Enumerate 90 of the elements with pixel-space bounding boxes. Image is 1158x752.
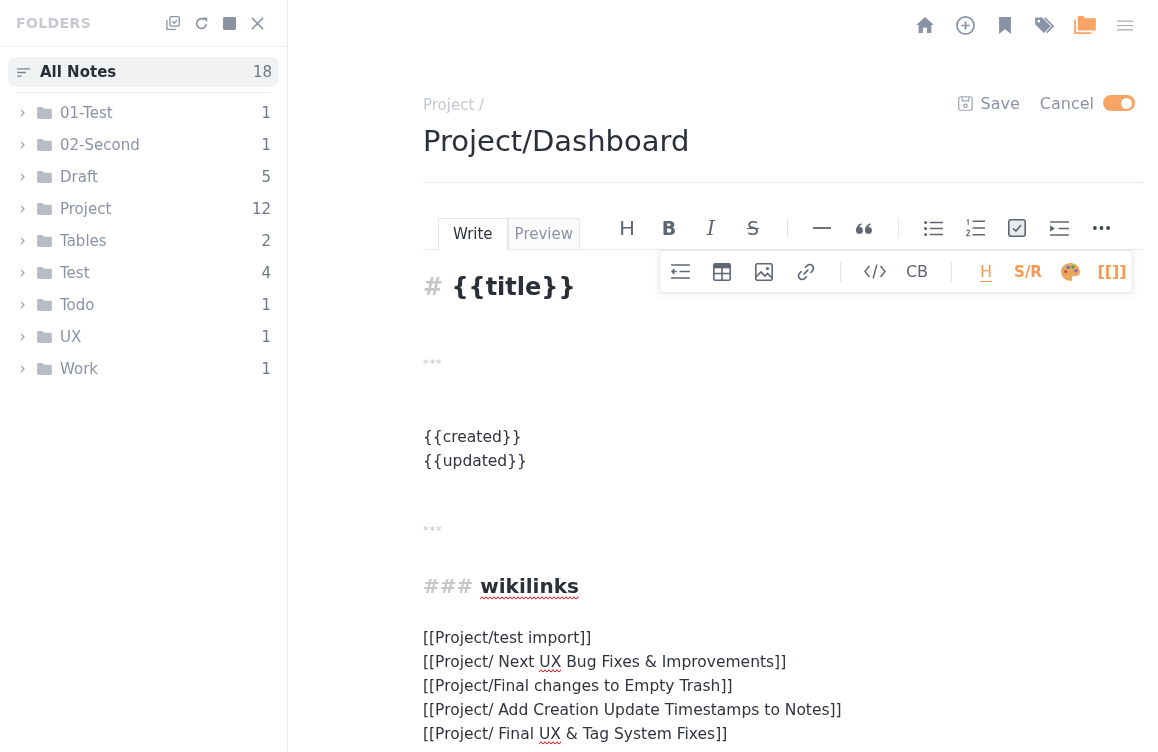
table-icon[interactable] bbox=[713, 262, 731, 281]
strikethrough-button[interactable]: S bbox=[737, 212, 769, 244]
folder-count: 5 bbox=[261, 168, 271, 186]
folder-icon bbox=[37, 171, 52, 183]
plus-circle-icon[interactable] bbox=[955, 15, 975, 35]
folder-name[interactable]: Draft bbox=[60, 168, 262, 186]
chevron-right-icon[interactable] bbox=[20, 333, 25, 341]
folder-icon bbox=[37, 299, 52, 311]
search-replace-button[interactable]: S/R bbox=[1012, 255, 1044, 288]
save-icon bbox=[957, 95, 973, 111]
sort-icon bbox=[17, 67, 30, 77]
code-icon[interactable] bbox=[864, 264, 886, 279]
folder-icon bbox=[37, 107, 52, 119]
text-line: [[Project/test import]] bbox=[423, 628, 592, 649]
save-button[interactable]: Save bbox=[957, 91, 1020, 115]
editor-tab[interactable]: Write bbox=[438, 218, 508, 250]
folder-icon bbox=[37, 267, 52, 279]
menu-icon[interactable] bbox=[1117, 19, 1133, 31]
chevron-right-icon[interactable] bbox=[20, 141, 25, 149]
bookmark-icon[interactable] bbox=[999, 16, 1011, 34]
text-line: {{updated}} bbox=[423, 451, 527, 472]
folder-name[interactable]: Work bbox=[60, 360, 262, 378]
note-title: Project/Dashboard bbox=[423, 123, 691, 159]
folder-name[interactable]: 01-Test bbox=[60, 104, 262, 122]
folder-icon bbox=[37, 363, 52, 375]
quote-icon[interactable] bbox=[856, 222, 872, 234]
folder-count: 1 bbox=[261, 136, 271, 154]
chevron-right-icon[interactable] bbox=[20, 269, 25, 277]
folders-icon[interactable] bbox=[1074, 16, 1096, 34]
close-icon[interactable] bbox=[251, 16, 264, 30]
folder-count: 4 bbox=[261, 264, 271, 282]
folder-name[interactable]: Todo bbox=[60, 296, 262, 314]
folder-name[interactable]: Tables bbox=[60, 232, 262, 250]
italic-button[interactable]: I bbox=[695, 212, 727, 244]
folder-name[interactable]: 02-Second bbox=[60, 136, 262, 154]
folder-name[interactable]: UX bbox=[60, 328, 262, 346]
tag-icon[interactable] bbox=[1035, 16, 1055, 34]
select-all-icon[interactable] bbox=[166, 16, 180, 30]
folder-count: 1 bbox=[261, 328, 271, 346]
heading: ### wikilinks bbox=[423, 573, 579, 602]
chevron-right-icon[interactable] bbox=[20, 301, 25, 309]
rule-markup: *** bbox=[423, 523, 443, 539]
folder-count: 1 bbox=[261, 104, 271, 122]
heading-button[interactable]: H bbox=[611, 212, 643, 244]
bold-button[interactable]: B bbox=[653, 212, 685, 244]
chevron-right-icon[interactable] bbox=[20, 205, 25, 213]
chevron-right-icon[interactable] bbox=[20, 173, 25, 181]
link-icon[interactable] bbox=[797, 262, 815, 281]
all-notes-label: All Notes bbox=[40, 63, 118, 81]
chevron-right-icon[interactable] bbox=[20, 365, 25, 373]
highlight-button[interactable]: H bbox=[970, 255, 1002, 288]
text-line: [[Project/ Add Creation Update Timestamps to Notes]] bbox=[423, 700, 842, 721]
text-line: [[Project/Final changes to Empty Trash]] bbox=[423, 676, 733, 697]
home-icon[interactable] bbox=[916, 17, 934, 33]
folder-count: 2 bbox=[261, 232, 271, 250]
editor-tab[interactable]: Preview bbox=[507, 218, 580, 249]
bullet-list-icon[interactable] bbox=[923, 220, 943, 236]
note-count: 18 bbox=[252, 63, 272, 81]
outdent-icon[interactable] bbox=[670, 264, 690, 279]
code-block-button[interactable]: CB bbox=[901, 255, 933, 288]
more-icon[interactable] bbox=[1092, 226, 1110, 230]
wikilink-button[interactable]: [[]] bbox=[1096, 255, 1128, 288]
text-line: [[Project/ Next UX Bug Fixes & Improvements]] bbox=[423, 652, 787, 674]
chevron-right-icon[interactable] bbox=[20, 237, 25, 245]
checkbox-icon[interactable] bbox=[1008, 219, 1026, 237]
rule-markup: *** bbox=[423, 356, 443, 372]
cancel-button[interactable]: Cancel bbox=[1039, 91, 1094, 115]
image-icon[interactable] bbox=[755, 262, 773, 281]
text-line: [[Project/ Final UX & Tag System Fixes]] bbox=[423, 724, 728, 746]
numbered-list-icon[interactable] bbox=[965, 219, 985, 237]
breadcrumb[interactable]: Project / bbox=[423, 95, 485, 115]
folder-name[interactable]: Test bbox=[60, 264, 262, 282]
refresh-icon[interactable] bbox=[195, 16, 208, 30]
folder-count: 1 bbox=[261, 296, 271, 314]
text-line: {{created}} bbox=[423, 427, 522, 448]
panel-title: FOLDERS bbox=[16, 15, 93, 31]
folder-count: 12 bbox=[251, 200, 271, 218]
square-icon[interactable] bbox=[223, 16, 236, 30]
chevron-right-icon[interactable] bbox=[20, 109, 25, 117]
folder-icon bbox=[37, 331, 52, 343]
folder-icon bbox=[37, 235, 52, 247]
folder-icon bbox=[37, 203, 52, 215]
folder-name[interactable]: Project bbox=[60, 200, 252, 218]
folder-count: 1 bbox=[261, 360, 271, 378]
toggle-switch[interactable] bbox=[1103, 95, 1135, 111]
heading: # {{title}} bbox=[423, 272, 576, 303]
folder-icon bbox=[37, 139, 52, 151]
indent-icon[interactable] bbox=[1049, 220, 1069, 236]
all-notes-item[interactable]: All Notes 18 bbox=[8, 57, 279, 87]
palette-icon[interactable] bbox=[1060, 262, 1080, 281]
